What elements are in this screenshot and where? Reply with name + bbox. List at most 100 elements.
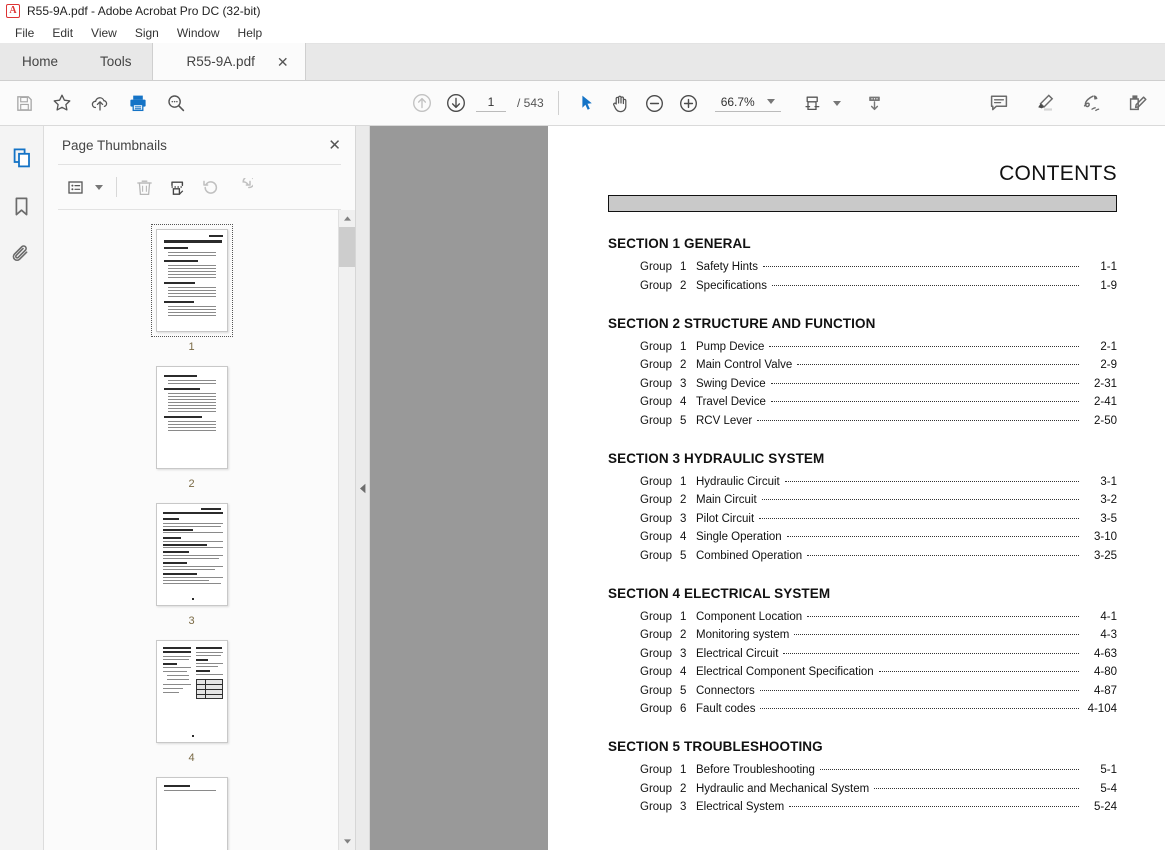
table-row[interactable]: Group 1 Component Location 4-1 [640, 611, 1117, 623]
group-number: 3 [680, 801, 687, 813]
table-row[interactable]: Group 5 Combined Operation 3-25 [640, 550, 1117, 562]
table-row[interactable]: Group 2 Specifications 1-9 [640, 280, 1117, 292]
table-row[interactable]: Group 2 Monitoring system 4-3 [640, 629, 1117, 641]
tab-home[interactable]: Home [0, 43, 81, 80]
page-total-label: / 543 [517, 96, 544, 110]
table-row[interactable]: Group 6 Fault codes 4-104 [640, 703, 1117, 715]
close-icon[interactable]: ✕ [328, 138, 341, 153]
table-row[interactable]: Group 4 Travel Device 2-41 [640, 396, 1117, 408]
leader-dots [771, 284, 1079, 286]
page-thumbnails-icon[interactable] [8, 144, 36, 172]
group-number: 4 [680, 666, 687, 678]
fit-page-icon[interactable] [799, 89, 827, 117]
zoom-in-icon[interactable] [675, 89, 703, 117]
thumbnail-1[interactable] [150, 224, 233, 337]
tab-document[interactable]: R55-9A.pdf ✕ [151, 43, 306, 80]
table-row[interactable]: Group 3 Electrical Circuit 4-63 [640, 648, 1117, 660]
star-icon[interactable] [48, 89, 76, 117]
bookmarks-icon[interactable] [8, 192, 36, 220]
rotate-cw-icon[interactable] [229, 174, 257, 200]
page-number-input[interactable] [476, 94, 506, 112]
menu-bar: File Edit View Sign Window Help [0, 22, 1165, 44]
thumbnail-2[interactable] [151, 361, 233, 474]
menu-sign[interactable]: Sign [126, 24, 168, 42]
thumbnail-5[interactable] [151, 772, 233, 850]
attachments-icon[interactable] [8, 240, 36, 268]
list-item[interactable]: 5 [151, 772, 233, 850]
fit-page-chevron-icon[interactable] [832, 100, 841, 106]
table-row[interactable]: Group 3 Electrical System 5-24 [640, 801, 1117, 813]
select-tool-icon[interactable] [573, 89, 601, 117]
save-file-icon[interactable] [10, 89, 38, 117]
leader-dots [770, 401, 1079, 402]
tab-tools[interactable]: Tools [80, 43, 152, 80]
thumbnail-4[interactable] [151, 635, 233, 748]
fill-and-sign-icon[interactable] [1123, 89, 1151, 117]
entry-title: Combined Operation [696, 549, 803, 562]
options-chevron-icon[interactable] [95, 184, 103, 190]
table-row[interactable]: Group 4 Electrical Component Specificati… [640, 666, 1117, 678]
search-icon[interactable] [162, 89, 190, 117]
scrollbar-thumb[interactable] [339, 227, 355, 267]
print-icon[interactable] [124, 89, 152, 117]
menu-view[interactable]: View [82, 24, 126, 42]
table-row[interactable]: Group 5 RCV Lever 2-50 [640, 415, 1117, 427]
group-label: Group [640, 531, 672, 543]
leader-dots [786, 536, 1079, 537]
page-ref: 3-2 [1100, 494, 1117, 506]
rotate-ccw-icon[interactable] [196, 174, 224, 200]
menu-window[interactable]: Window [168, 24, 229, 42]
sign-icon[interactable] [1077, 89, 1105, 117]
thumbnail-number: 4 [188, 752, 195, 764]
table-row[interactable]: Group 2 Hydraulic and Mechanical System … [640, 783, 1117, 795]
table-row[interactable]: Group 1 Pump Device 2-1 [640, 341, 1117, 353]
table-row[interactable]: Group 4 Single Operation 3-10 [640, 531, 1117, 543]
table-row[interactable]: Group 2 Main Control Valve 2-9 [640, 359, 1117, 371]
close-icon[interactable]: ✕ [277, 55, 289, 69]
chevron-down-icon[interactable] [766, 99, 775, 104]
toolbar-center-group: / 543 66.7% [408, 89, 889, 117]
table-row[interactable]: Group 3 Swing Device 2-31 [640, 378, 1117, 390]
panel-toolbar [44, 165, 355, 209]
thumbnail-3[interactable] [151, 498, 233, 611]
list-item[interactable]: 2 [151, 361, 233, 490]
next-page-icon[interactable] [442, 89, 470, 117]
page-ref: 2-1 [1100, 340, 1117, 353]
hand-tool-icon[interactable] [607, 89, 635, 117]
table-row[interactable]: Group 1 Before Troubleshooting 5-1 [640, 764, 1117, 776]
table-row[interactable]: Group 2 Main Circuit 3-2 [640, 494, 1117, 506]
scroll-up-icon[interactable] [339, 210, 355, 227]
scroll-down-icon[interactable] [339, 833, 355, 850]
panel-collapse-handle[interactable] [356, 126, 370, 850]
previous-page-icon[interactable] [408, 89, 436, 117]
table-row[interactable]: Group 3 Pilot Circuit 3-5 [640, 513, 1117, 525]
list-item[interactable]: 3 [151, 498, 233, 627]
comment-icon[interactable] [985, 89, 1013, 117]
leader-dots [759, 517, 1079, 519]
delete-pages-icon[interactable] [130, 174, 158, 200]
zoom-out-icon[interactable] [641, 89, 669, 117]
toolbar-left-group [0, 89, 190, 117]
zoom-level-control[interactable]: 66.7% [714, 95, 781, 112]
table-row[interactable]: Group 1 Hydraulic Circuit 3-1 [640, 476, 1117, 488]
menu-help[interactable]: Help [229, 24, 272, 42]
menu-edit[interactable]: Edit [43, 24, 82, 42]
thumbnail-scroll-area: 1 2 3 4 [44, 210, 355, 850]
thumbnail-scrollbar[interactable] [338, 210, 355, 850]
group-number: 4 [680, 531, 687, 543]
list-item[interactable]: 1 [150, 224, 233, 353]
table-row[interactable]: Group 1 Safety Hints 1-1 [640, 261, 1117, 273]
extract-pages-icon[interactable] [163, 174, 191, 200]
upload-cloud-icon[interactable] [86, 89, 114, 117]
table-row[interactable]: Group 5 Connectors 4-87 [640, 685, 1117, 697]
thumbnail-list: 1 2 3 4 [44, 210, 339, 850]
entry-title: Electrical System [696, 801, 785, 813]
thumbnail-options-icon[interactable] [62, 174, 90, 200]
leader-dots [807, 615, 1079, 617]
highlight-icon[interactable] [1031, 89, 1059, 117]
menu-file[interactable]: File [6, 24, 43, 42]
scroll-mode-icon[interactable] [861, 89, 889, 117]
tab-document-label: R55-9A.pdf [186, 54, 255, 69]
entry-title: Hydraulic and Mechanical System [696, 782, 870, 795]
list-item[interactable]: 4 [151, 635, 233, 764]
